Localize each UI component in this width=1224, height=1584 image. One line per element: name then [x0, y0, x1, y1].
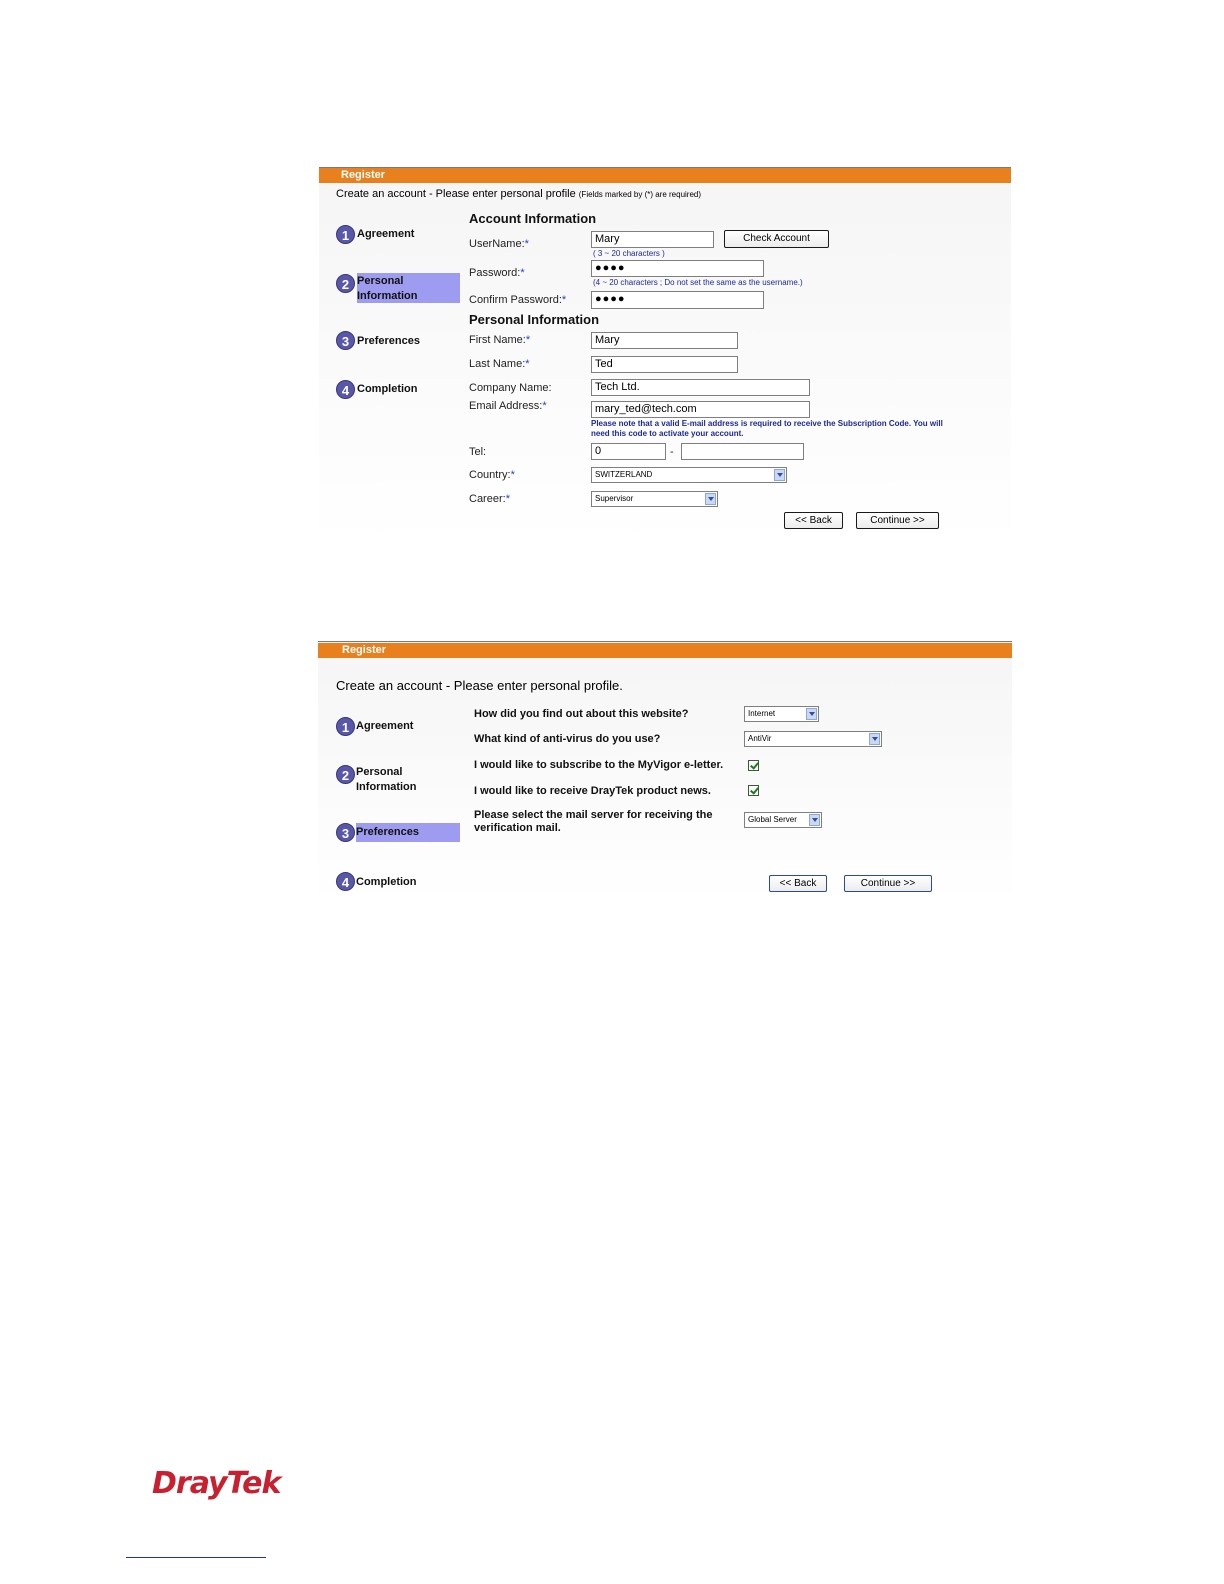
- career-value: Supervisor: [595, 494, 634, 503]
- chevron-down-icon: [705, 493, 716, 505]
- company-name-input[interactable]: Tech Ltd.: [591, 379, 810, 396]
- register-panel-preferences: Register Create an account - Please ente…: [318, 641, 1012, 903]
- email-input[interactable]: mary_ted@tech.com: [591, 401, 810, 418]
- panel-top-border: [318, 641, 1012, 642]
- mail-server-question-line2: verification mail.: [474, 822, 561, 834]
- antivirus-question: What kind of anti-virus do you use?: [474, 733, 661, 745]
- chevron-down-icon: [869, 733, 880, 745]
- register-title: Register: [341, 169, 386, 181]
- chevron-down-icon: [806, 708, 817, 720]
- password-input[interactable]: ●●●●: [591, 260, 764, 277]
- intro-text: Create an account - Please enter persona…: [336, 678, 623, 693]
- product-news-checkbox[interactable]: [748, 785, 759, 796]
- career-select[interactable]: Supervisor: [591, 491, 718, 507]
- username-label: UserName:*: [469, 238, 529, 250]
- tel-number-input[interactable]: [681, 443, 804, 460]
- tel-label: Tel:: [469, 446, 487, 458]
- first-name-label: First Name:*: [469, 334, 531, 346]
- step-4-icon: 4: [336, 380, 355, 399]
- career-label: Career:*: [469, 493, 510, 505]
- last-name-label: Last Name:*: [469, 358, 530, 370]
- draytek-logo: DrayTek: [152, 1466, 281, 1501]
- tel-area-input[interactable]: 0: [591, 443, 666, 460]
- mail-server-question: Please select the mail server for receiv…: [474, 809, 713, 821]
- register-panel-personal-info: Register Create an account - Please ente…: [319, 167, 1011, 545]
- chevron-down-icon: [809, 814, 820, 826]
- username-input[interactable]: Mary: [591, 231, 714, 248]
- step-1-icon: 1: [336, 717, 355, 736]
- step-1-icon: 1: [336, 225, 355, 244]
- step-3-icon: 3: [336, 331, 355, 350]
- find-website-question: How did you find out about this website?: [474, 708, 689, 720]
- country-label: Country:*: [469, 469, 515, 481]
- antivirus-select[interactable]: AntiVir: [744, 731, 882, 747]
- confirm-password-input[interactable]: ●●●●: [591, 291, 764, 309]
- password-hint: (4 ~ 20 characters ; Do not set the same…: [593, 278, 803, 287]
- mail-server-select[interactable]: Global Server: [744, 812, 822, 828]
- step-3-icon: 3: [336, 823, 355, 842]
- email-note-line2: need this code to activate your account.: [591, 429, 744, 438]
- subscribe-checkbox[interactable]: [748, 760, 759, 771]
- step-preferences: Preferences: [357, 335, 420, 347]
- country-select[interactable]: SWITZERLAND: [591, 467, 787, 483]
- check-account-button[interactable]: Check Account: [724, 230, 829, 248]
- continue-button[interactable]: Continue >>: [844, 875, 932, 892]
- account-info-heading: Account Information: [469, 211, 597, 226]
- step-personal: Personal: [357, 275, 404, 287]
- step-2-icon: 2: [336, 765, 355, 784]
- footer-rule: [126, 1557, 266, 1558]
- step-personal-line2: Information: [356, 781, 417, 793]
- antivirus-value: AntiVir: [748, 734, 772, 743]
- step-completion: Completion: [356, 876, 417, 888]
- required-note: (Fields marked by (*) are required): [578, 190, 702, 199]
- step-personal-line2: Information: [357, 290, 418, 302]
- last-name-input[interactable]: Ted: [591, 356, 738, 373]
- email-note-line1: Please note that a valid E-mail address …: [591, 419, 943, 428]
- back-button[interactable]: << Back: [784, 512, 843, 529]
- country-value: SWITZERLAND: [595, 470, 653, 479]
- product-news-question: I would like to receive DrayTek product …: [474, 785, 711, 797]
- step-agreement: Agreement: [356, 720, 414, 732]
- back-button[interactable]: << Back: [769, 875, 827, 892]
- first-name-input[interactable]: Mary: [591, 332, 738, 349]
- personal-info-heading: Personal Information: [469, 312, 600, 327]
- subscribe-question: I would like to subscribe to the MyVigor…: [474, 759, 724, 771]
- step-2-icon: 2: [336, 274, 355, 293]
- chevron-down-icon: [774, 469, 785, 481]
- intro-text: Create an account - Please enter persona…: [336, 188, 702, 200]
- confirm-password-label: Confirm Password:*: [469, 294, 567, 306]
- company-name-label: Company Name:: [469, 382, 552, 394]
- continue-button[interactable]: Continue >>: [856, 512, 939, 529]
- register-title-bar: Register: [318, 643, 1012, 658]
- username-hint: ( 3 ~ 20 characters ): [593, 249, 665, 258]
- email-label: Email Address:*: [469, 400, 547, 412]
- step-personal: Personal: [356, 766, 403, 778]
- register-title: Register: [342, 644, 387, 656]
- find-website-select[interactable]: Internet: [744, 706, 819, 722]
- step-preferences: Preferences: [356, 826, 419, 838]
- mail-server-value: Global Server: [748, 815, 797, 824]
- step-agreement: Agreement: [357, 228, 415, 240]
- step-completion: Completion: [357, 383, 418, 395]
- step-4-icon: 4: [336, 872, 355, 891]
- tel-separator: -: [670, 446, 674, 458]
- find-website-value: Internet: [748, 709, 776, 718]
- register-title-bar: Register: [319, 168, 1011, 183]
- password-label: Password:*: [469, 267, 525, 279]
